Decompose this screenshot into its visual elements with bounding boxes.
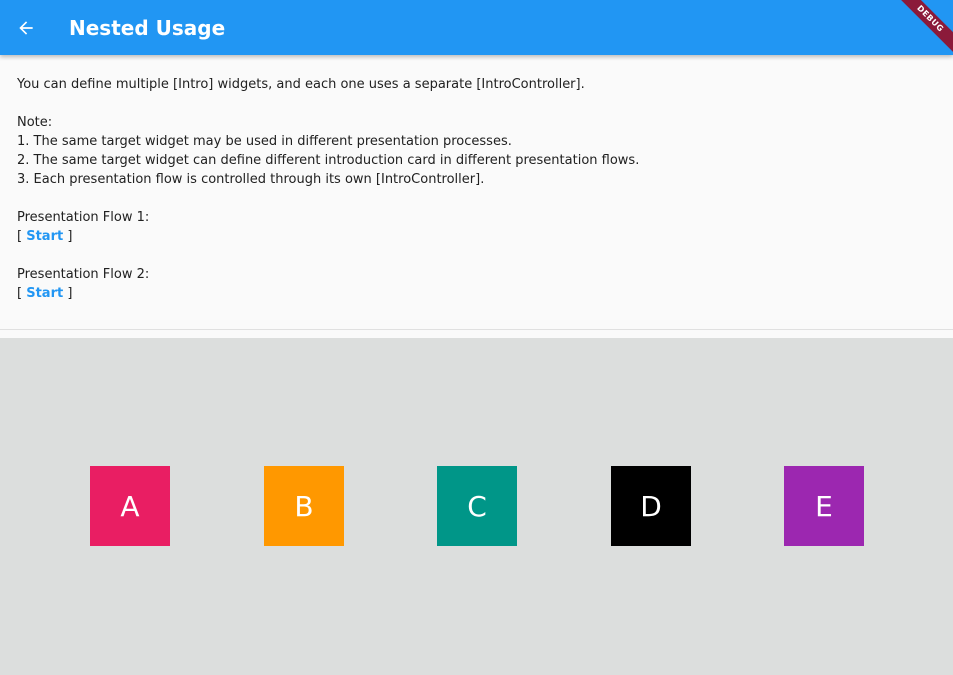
box-label: B	[294, 489, 314, 523]
target-panel: A B C D E	[0, 338, 953, 675]
flow2-label: Presentation Flow 2:	[17, 267, 150, 282]
page-title: Nested Usage	[69, 15, 226, 40]
target-box-c: C	[437, 466, 517, 546]
note-item-1: 1. The same target widget may be used in…	[17, 134, 512, 149]
flow2-start-link[interactable]: Start	[26, 286, 63, 301]
divider	[0, 329, 953, 330]
bracket-open: [	[17, 229, 27, 244]
box-label: D	[640, 489, 662, 523]
bracket-open: [	[17, 286, 27, 301]
flow1-start-row: [ Start ]	[17, 227, 936, 246]
note-item-3: 3. Each presentation flow is controlled …	[17, 172, 485, 187]
flow1-label: Presentation Flow 1:	[17, 210, 150, 225]
flow2-start-row: [ Start ]	[17, 284, 936, 303]
app-bar: Nested Usage	[0, 0, 953, 55]
back-button[interactable]	[0, 0, 52, 55]
note-heading: Note:	[17, 115, 53, 130]
target-box-b: B	[264, 466, 344, 546]
target-box-a: A	[90, 466, 170, 546]
target-box-d: D	[611, 466, 691, 546]
box-label: A	[120, 489, 140, 523]
arrow-left-icon	[19, 20, 33, 35]
description-section: You can define multiple [Intro] widgets,…	[0, 55, 953, 330]
bracket-close: ]	[63, 229, 73, 244]
box-label: E	[815, 489, 833, 523]
flow1-start-link[interactable]: Start	[26, 229, 63, 244]
target-box-e: E	[784, 466, 864, 546]
note-item-2: 2. The same target widget can define dif…	[17, 153, 640, 168]
bracket-close: ]	[63, 286, 73, 301]
box-label: C	[467, 489, 487, 523]
intro-text: You can define multiple [Intro] widgets,…	[17, 77, 585, 92]
